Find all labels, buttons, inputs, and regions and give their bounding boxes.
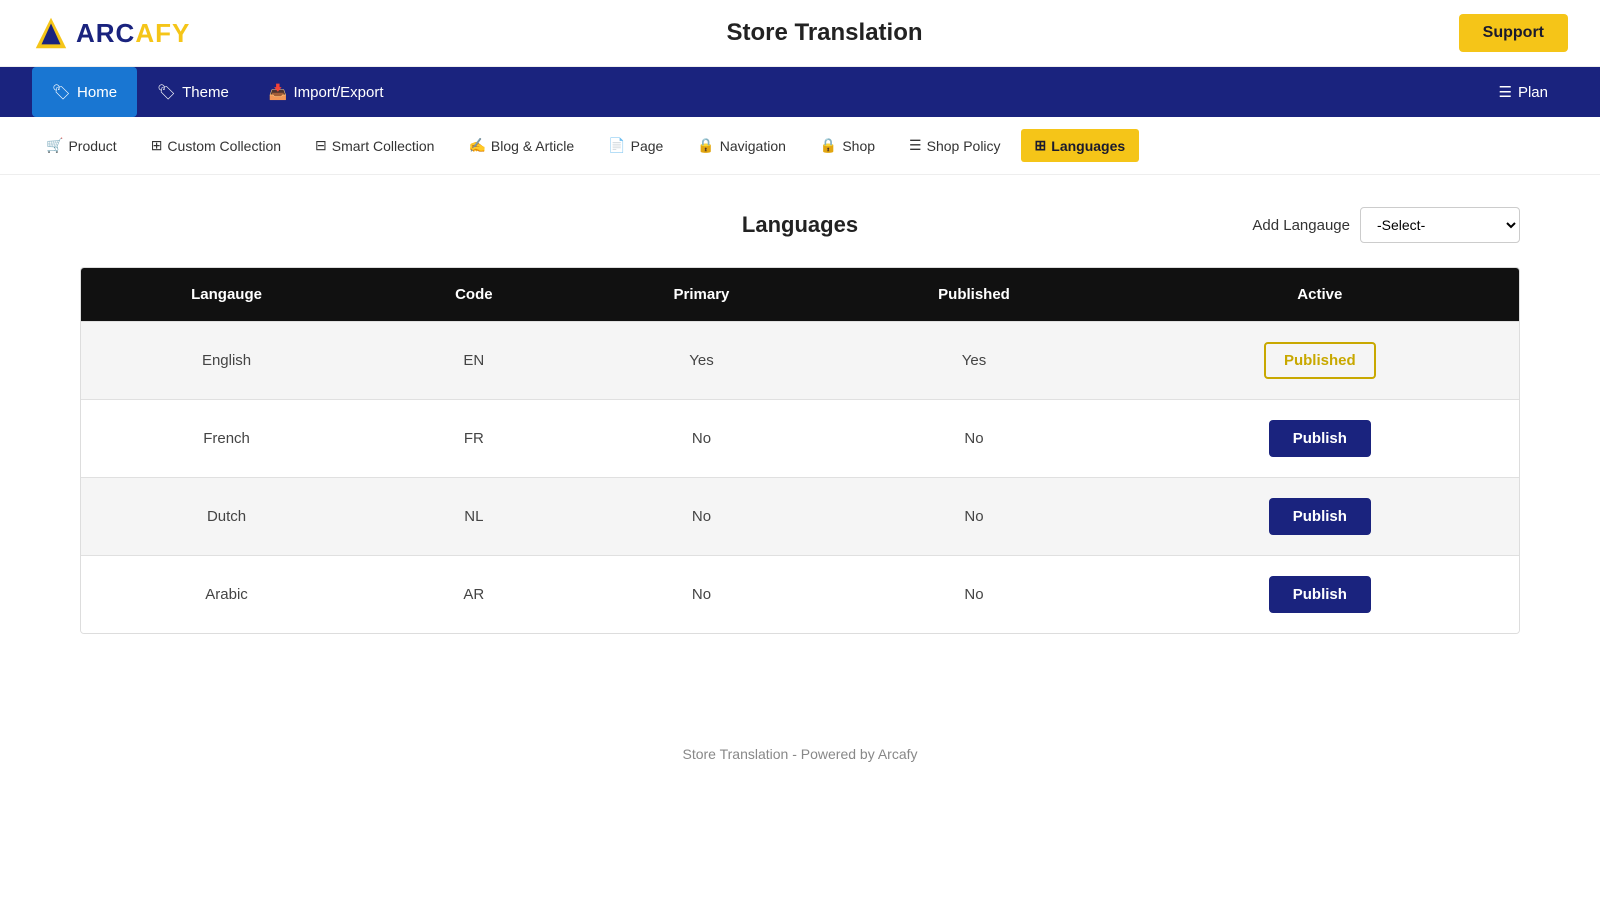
- table-row: DutchNLNoNoPublish: [81, 478, 1519, 556]
- table-header-row: Langauge Code Primary Published Active: [81, 268, 1519, 322]
- lock-icon-nav: 🔒: [697, 137, 714, 154]
- cell-language: French: [81, 400, 372, 478]
- sub-nav: 🛒 Product ⊞ Custom Collection ⊟ Smart Co…: [0, 117, 1600, 175]
- nav-item-home[interactable]: 🏷 Home: [32, 67, 137, 117]
- sub-nav-page[interactable]: 📄 Page: [594, 129, 677, 162]
- nav-item-home-label: Home: [77, 84, 117, 101]
- blog-icon: ✍: [468, 137, 485, 154]
- sub-nav-languages-label: Languages: [1051, 138, 1125, 154]
- tag-icon: 🏷: [52, 83, 71, 101]
- logo: ARCAFY: [32, 14, 190, 52]
- publish-button[interactable]: Publish: [1269, 498, 1371, 535]
- cell-published: No: [827, 478, 1120, 556]
- nav-item-import-export[interactable]: 📥 Import/Export: [249, 67, 404, 117]
- main-content: Languages Add Langauge -Select- Langauge…: [0, 175, 1600, 666]
- col-header-active: Active: [1121, 268, 1519, 322]
- cell-code: EN: [372, 322, 576, 400]
- languages-header: Languages Add Langauge -Select-: [80, 207, 1520, 243]
- publish-button[interactable]: Publish: [1269, 420, 1371, 457]
- cell-primary: No: [576, 478, 828, 556]
- sub-nav-smart-collection-label: Smart Collection: [332, 138, 435, 154]
- sub-nav-navigation[interactable]: 🔒 Navigation: [683, 129, 800, 162]
- nav-left: 🏷 Home 🏷 Theme 📥 Import/Export: [32, 67, 404, 117]
- grid-icon: ⊞: [1035, 137, 1047, 154]
- cell-code: NL: [372, 478, 576, 556]
- sub-nav-product-label: Product: [68, 138, 116, 154]
- sub-nav-smart-collection[interactable]: ⊟ Smart Collection: [301, 129, 448, 162]
- import-icon: 📥: [269, 83, 288, 101]
- tag-icon-theme: 🏷: [157, 83, 176, 101]
- top-header: ARCAFY Store Translation Support: [0, 0, 1600, 67]
- sub-nav-shop[interactable]: 🔒 Shop: [806, 129, 889, 162]
- col-header-primary: Primary: [576, 268, 828, 322]
- sub-nav-shop-label: Shop: [842, 138, 875, 154]
- languages-title: Languages: [560, 212, 1040, 238]
- lock-icon-shop: 🔒: [820, 137, 837, 154]
- cell-active: Publish: [1121, 478, 1519, 556]
- cart-icon: 🛒: [46, 137, 63, 154]
- cell-published: No: [827, 556, 1120, 634]
- support-button[interactable]: Support: [1459, 14, 1568, 52]
- cell-published: No: [827, 400, 1120, 478]
- sub-nav-shop-policy-label: Shop Policy: [927, 138, 1001, 154]
- sub-nav-product[interactable]: 🛒 Product: [32, 129, 131, 162]
- col-header-code: Code: [372, 268, 576, 322]
- sub-nav-navigation-label: Navigation: [720, 138, 786, 154]
- cell-language: Dutch: [81, 478, 372, 556]
- footer: Store Translation - Powered by Arcafy: [0, 706, 1600, 802]
- nav-plan-label: Plan: [1518, 84, 1548, 101]
- cell-primary: Yes: [576, 322, 828, 400]
- languages-table-container: Langauge Code Primary Published Active E…: [80, 267, 1520, 634]
- table-body: EnglishENYesYesPublishedFrenchFRNoNoPubl…: [81, 322, 1519, 634]
- col-header-published: Published: [827, 268, 1120, 322]
- languages-table: Langauge Code Primary Published Active E…: [81, 268, 1519, 633]
- table-row: ArabicARNoNoPublish: [81, 556, 1519, 634]
- add-language-select[interactable]: -Select-: [1360, 207, 1520, 243]
- cell-code: FR: [372, 400, 576, 478]
- cell-published: Yes: [827, 322, 1120, 400]
- add-language-label: Add Langauge: [1252, 217, 1350, 234]
- nav-plan[interactable]: ☰ Plan: [1479, 67, 1568, 117]
- list-icon-sp: ☰: [909, 137, 922, 154]
- nav-bar: 🏷 Home 🏷 Theme 📥 Import/Export ☰ Plan: [0, 67, 1600, 117]
- cell-active: Publish: [1121, 400, 1519, 478]
- sub-nav-blog-article[interactable]: ✍ Blog & Article: [454, 129, 588, 162]
- cell-language: Arabic: [81, 556, 372, 634]
- nav-item-import-export-label: Import/Export: [293, 84, 383, 101]
- published-badge: Published: [1264, 342, 1376, 379]
- cell-code: AR: [372, 556, 576, 634]
- sub-nav-page-label: Page: [631, 138, 664, 154]
- cell-primary: No: [576, 400, 828, 478]
- sub-nav-custom-collection-label: Custom Collection: [167, 138, 281, 154]
- cell-active: Published: [1121, 322, 1519, 400]
- logo-text: ARCAFY: [76, 18, 190, 49]
- sub-nav-blog-article-label: Blog & Article: [491, 138, 574, 154]
- table-row: FrenchFRNoNoPublish: [81, 400, 1519, 478]
- table-icon-cc: ⊞: [151, 137, 163, 154]
- nav-item-theme-label: Theme: [182, 84, 229, 101]
- list-icon-plan: ☰: [1499, 83, 1512, 101]
- sub-nav-custom-collection[interactable]: ⊞ Custom Collection: [137, 129, 295, 162]
- table-head: Langauge Code Primary Published Active: [81, 268, 1519, 322]
- col-header-language: Langauge: [81, 268, 372, 322]
- nav-item-theme[interactable]: 🏷 Theme: [137, 67, 249, 117]
- add-language-section: Add Langauge -Select-: [1040, 207, 1520, 243]
- logo-icon: [32, 14, 70, 52]
- page-title: Store Translation: [726, 19, 922, 47]
- cell-language: English: [81, 322, 372, 400]
- page-icon: 📄: [608, 137, 625, 154]
- sub-nav-shop-policy[interactable]: ☰ Shop Policy: [895, 129, 1015, 162]
- table-row: EnglishENYesYesPublished: [81, 322, 1519, 400]
- sub-nav-languages[interactable]: ⊞ Languages: [1021, 129, 1140, 162]
- table-icon-sc: ⊟: [315, 137, 327, 154]
- cell-primary: No: [576, 556, 828, 634]
- cell-active: Publish: [1121, 556, 1519, 634]
- footer-text: Store Translation - Powered by Arcafy: [683, 746, 918, 762]
- publish-button[interactable]: Publish: [1269, 576, 1371, 613]
